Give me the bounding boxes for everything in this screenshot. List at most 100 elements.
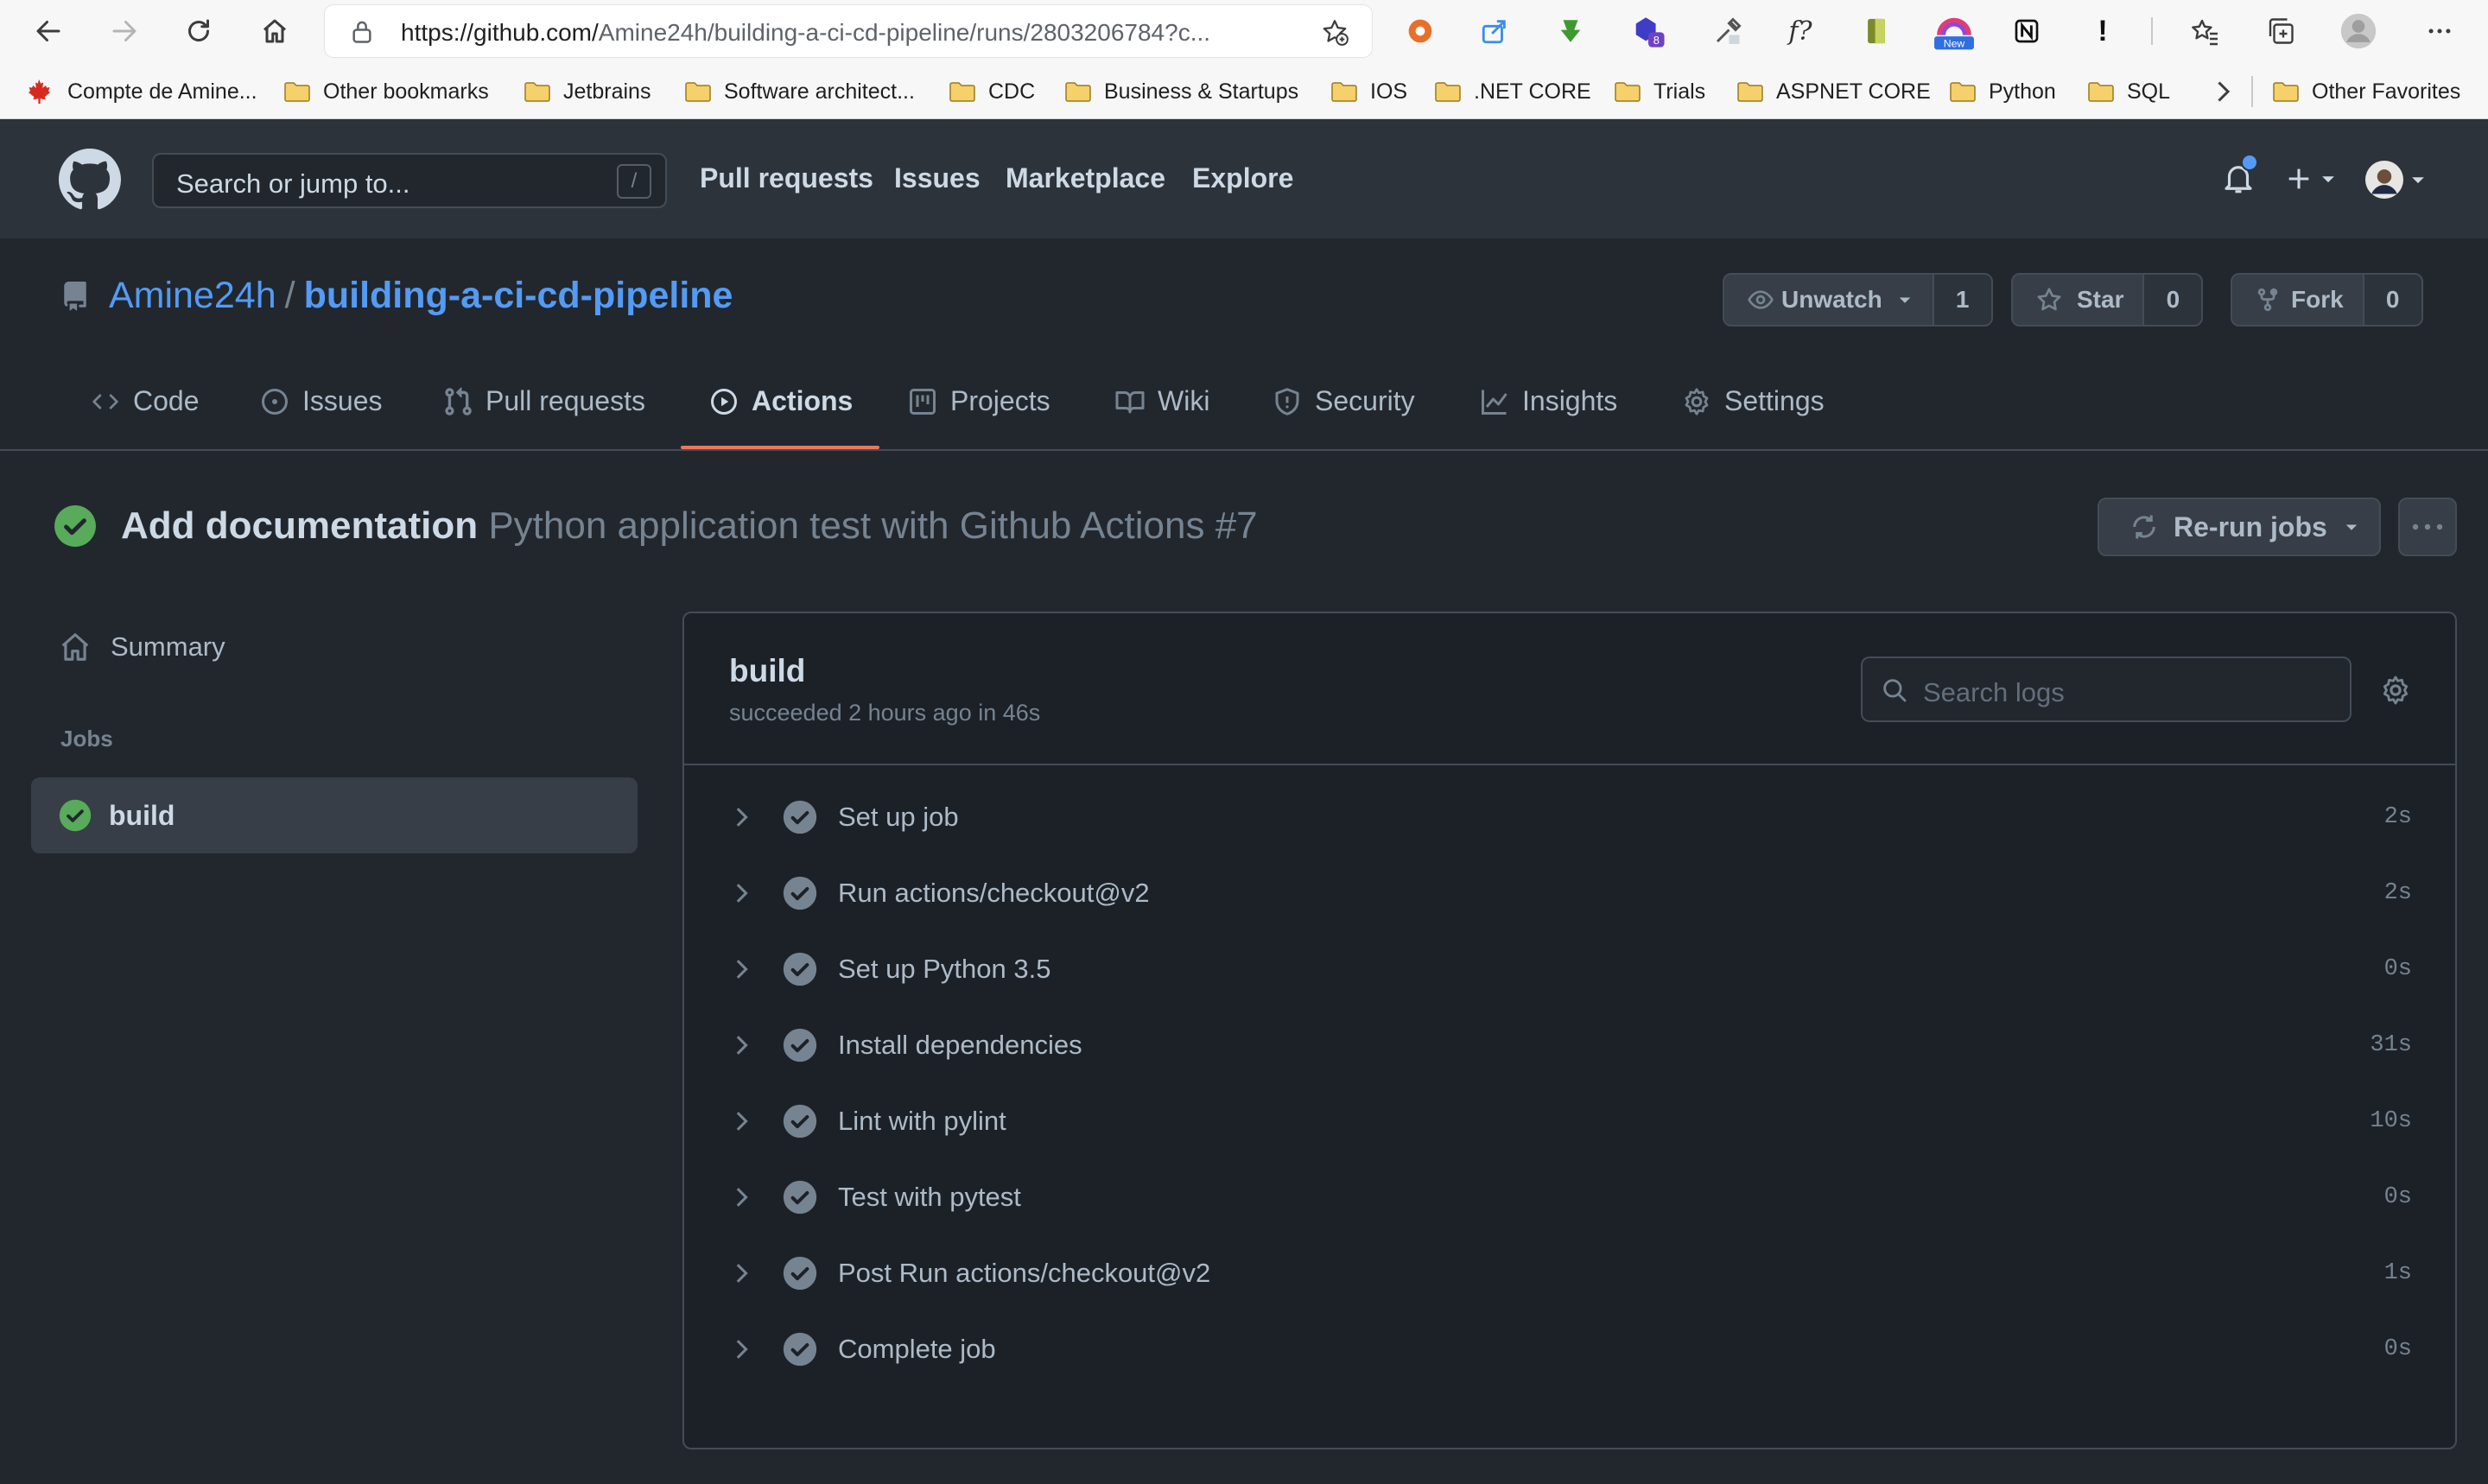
tab-label: Issues (302, 385, 383, 416)
bookmark-folder-ios[interactable]: IOS (1330, 74, 1407, 109)
extension-purple-icon[interactable]: 8 (1628, 10, 1669, 52)
tab-wiki[interactable]: Wiki (1114, 385, 1209, 417)
tab-projects[interactable]: Projects (907, 385, 1050, 417)
nav-issues[interactable]: Issues (894, 162, 981, 194)
bookmark-folder-other-bookmarks[interactable]: Other bookmarks (283, 74, 489, 109)
address-bar[interactable]: https://github.com/Amine24h/building-a-c… (325, 5, 1372, 57)
bookmarks-overflow-button[interactable] (2212, 74, 2234, 109)
watch-count[interactable]: 1 (1933, 275, 1991, 325)
collections-icon[interactable] (2260, 10, 2301, 52)
step-check-icon (783, 1256, 817, 1291)
home-icon (263, 19, 286, 43)
jobs-heading: Jobs (60, 726, 113, 752)
step-row[interactable]: Install dependencies 31s (684, 1007, 2455, 1083)
gear-icon[interactable] (2379, 674, 2412, 707)
eyedropper-icon[interactable] (1707, 10, 1749, 52)
step-check-icon (783, 800, 817, 834)
folder-icon (284, 82, 310, 102)
create-new-button[interactable] (2284, 164, 2338, 193)
tab-actions[interactable]: Actions (708, 385, 853, 417)
unwatch-label: Unwatch (1781, 286, 1882, 313)
step-row[interactable]: Set up Python 3.5 0s (684, 931, 2455, 1007)
bookmark-label: SQL (2127, 79, 2171, 104)
browser-menu-icon[interactable] (2419, 10, 2460, 52)
tab-code[interactable]: Code (90, 385, 200, 417)
rerun-label: Re-run jobs (2174, 511, 2327, 542)
extension-orange-icon[interactable] (1400, 10, 1441, 52)
step-name: Test with pytest (838, 1182, 1021, 1212)
step-name: Post Run actions/checkout@v2 (838, 1258, 1211, 1288)
fork-count[interactable]: 0 (2364, 275, 2421, 325)
tab-label: Actions (752, 385, 854, 416)
add-favorite-icon[interactable] (1320, 17, 1349, 47)
tab-label: Projects (950, 385, 1050, 416)
fork-button[interactable]: Fork (2232, 275, 2364, 325)
repo-path-separator: / (284, 275, 295, 316)
user-menu-button[interactable] (2365, 161, 2428, 199)
reload-button[interactable] (176, 9, 221, 54)
rerun-jobs-button[interactable]: Re-run jobs (2098, 498, 2381, 556)
chevron-right-icon (736, 1264, 748, 1283)
unwatch-button[interactable]: Unwatch (1724, 275, 1934, 325)
bookmark-folder-business[interactable]: Business & Startups (1064, 74, 1298, 109)
profile-avatar-icon[interactable] (2338, 10, 2379, 52)
tab-label: Wiki (1158, 385, 1210, 416)
extension-new-icon[interactable]: New (1930, 10, 1978, 52)
folder-icon (949, 82, 975, 102)
bookmark-folder-jetbrains[interactable]: Jetbrains (524, 74, 651, 109)
repo-owner-link[interactable]: Amine24h (109, 275, 276, 317)
summary-label: Summary (111, 631, 225, 662)
tab-issues[interactable]: Issues (259, 385, 382, 417)
step-row[interactable]: Post Run actions/checkout@v2 1s (684, 1235, 2455, 1311)
tab-security[interactable]: Security (1272, 385, 1415, 417)
download-extension-icon[interactable] (1550, 10, 1591, 52)
bookmark-folder-trials[interactable]: Trials (1614, 74, 1705, 109)
step-row[interactable]: Run actions/checkout@v2 2s (684, 855, 2455, 931)
nav-explore[interactable]: Explore (1192, 162, 1293, 194)
exclamation-icon[interactable]: ! (2082, 10, 2123, 52)
repo-forked-icon (2257, 288, 2278, 312)
star-button[interactable]: Star (2013, 275, 2145, 325)
formula-extension-icon[interactable]: f? (1780, 10, 1821, 52)
bookmark-folder-python[interactable]: Python (1949, 74, 2056, 109)
step-row[interactable]: Lint with pylint 10s (684, 1083, 2455, 1159)
repo-name-link[interactable]: building-a-ci-cd-pipeline (304, 275, 733, 317)
nav-pull-requests[interactable]: Pull requests (700, 162, 873, 194)
favorites-icon[interactable] (2184, 10, 2225, 52)
notion-icon[interactable] (2006, 10, 2047, 52)
more-options-button[interactable] (2398, 498, 2457, 556)
url-host: https://github.com/ (401, 19, 599, 46)
arrow-right-icon (112, 21, 136, 41)
bookmark-compte[interactable]: Compte de Amine... (24, 74, 257, 109)
bookmark-folder-aspnet-core[interactable]: ASPNET CORE (1736, 74, 1931, 109)
success-check-icon (54, 505, 96, 547)
tab-pull-requests[interactable]: Pull requests (442, 385, 645, 417)
sidebar-job-build[interactable]: build (31, 777, 638, 853)
global-search-input[interactable]: Search or jump to... / (152, 153, 667, 208)
bookmark-folder-net-core[interactable]: .NET CORE (1434, 74, 1591, 109)
tab-insights[interactable]: Insights (1479, 385, 1617, 417)
extension-battery-icon[interactable] (1856, 10, 1897, 52)
caret-down-icon (2412, 177, 2424, 184)
step-row[interactable]: Set up job 2s (684, 779, 2455, 855)
bookmark-folder-other-favorites[interactable]: Other Favorites (2272, 74, 2460, 109)
job-title: build (729, 653, 806, 688)
bookmark-folder-cdc[interactable]: CDC (949, 74, 1035, 109)
back-button[interactable] (26, 9, 71, 54)
tab-settings[interactable]: Settings (1681, 385, 1825, 417)
step-row[interactable]: Test with pytest 0s (684, 1159, 2455, 1235)
share-icon[interactable] (1474, 10, 1515, 52)
nav-marketplace[interactable]: Marketplace (1006, 162, 1165, 194)
step-row[interactable]: Complete job 0s (684, 1311, 2455, 1387)
notifications-button[interactable] (2220, 154, 2258, 197)
home-button[interactable] (252, 9, 297, 54)
bookmark-folder-software-architect[interactable]: Software architect... (684, 74, 915, 109)
folder-icon (1737, 82, 1763, 102)
github-logo-icon[interactable] (59, 149, 121, 211)
bookmark-folder-sql[interactable]: SQL (2087, 74, 2170, 109)
forward-button[interactable] (102, 9, 147, 54)
search-logs-input[interactable]: Search logs (1861, 656, 2352, 722)
step-duration: 0s (2383, 1336, 2412, 1362)
star-count[interactable]: 0 (2144, 275, 2202, 325)
summary-link[interactable]: Summary (59, 631, 225, 663)
